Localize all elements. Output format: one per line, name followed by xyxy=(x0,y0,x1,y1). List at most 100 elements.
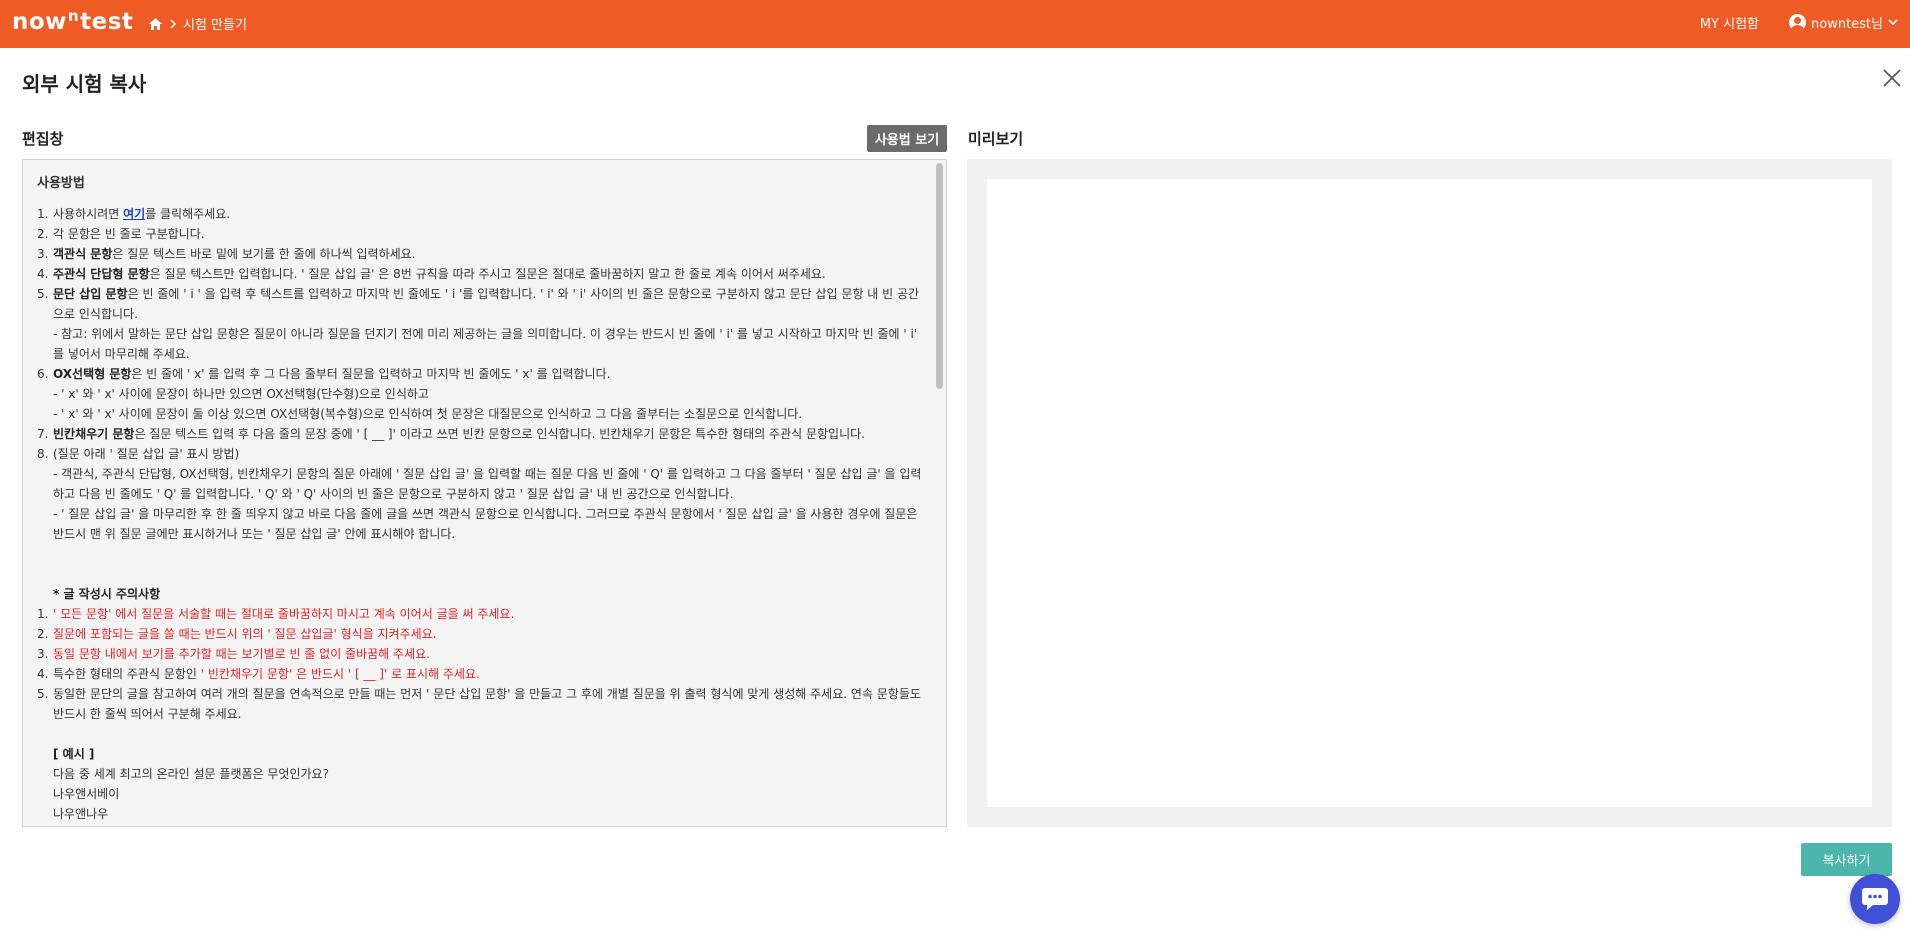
list-item-text: 문단 삽입 문항은 빈 줄에 ' i ' 을 입력 후 텍스트를 입력하고 마지… xyxy=(53,284,927,364)
list-item-fragment: 은 질문 텍스트만 입력합니다. ' 질문 삽입 글' 은 8번 규칙을 따라 … xyxy=(149,267,826,281)
list-item-number: 2. xyxy=(37,627,49,641)
list-item-subnote: - ' x' 와 ' x' 사이에 문장이 하나만 있으면 OX선택형(단수형)… xyxy=(53,387,429,401)
close-icon[interactable] xyxy=(1882,68,1904,90)
list-item-fragment: 은 질문 텍스트 바로 밑에 보기를 한 줄에 하나씩 입력하세요. xyxy=(112,247,416,261)
example-line: 나우앤나우 xyxy=(53,807,109,821)
example-lines: 다음 중 세계 최고의 온라인 설문 플랫폼은 무엇인가요? 나우앤서베이나우앤나… xyxy=(37,764,927,824)
list-item-fragment: 은 빈 줄에 ' x' 를 입력 후 그 다음 줄부터 질문을 입력하고 마지막… xyxy=(131,367,611,381)
list-item-fragment: 사용하시려면 xyxy=(53,207,124,221)
logo-text-pre: now xyxy=(12,9,67,35)
list-item-keyword: 주관식 단답형 문항 xyxy=(53,267,150,281)
list-item-fragment: 은 빈 줄에 ' i ' 을 입력 후 텍스트를 입력하고 마지막 빈 줄에도 … xyxy=(53,287,920,321)
list-item-fragment: 동일한 문단의 글을 참고하여 여러 개의 질문을 연속적으로 만들 때는 먼저… xyxy=(53,687,921,721)
editor-scroll-thumb[interactable] xyxy=(936,163,943,389)
list-item: 8. (질문 아래 ' 질문 삽입 글' 표시 방법) - 객관식, 주관식 단답형… xyxy=(37,444,927,544)
list-item-text: 동일한 문단의 글을 참고하여 여러 개의 질문을 연속적으로 만들 때는 먼저… xyxy=(53,684,927,724)
editor-label: 편집창 xyxy=(22,130,64,148)
header-right-menu: MY 시험함 nowntest님 xyxy=(1700,13,1898,32)
list-item-text: 객관식 문항은 질문 텍스트 바로 밑에 보기를 한 줄에 하나씩 입력하세요. xyxy=(53,244,927,264)
list-item-fragment: 질문에 포함되는 글을 쓸 때는 반드시 위의 ' 질문 삽입글' 형식을 지켜… xyxy=(53,627,437,641)
list-item-text: OX선택형 문항은 빈 줄에 ' x' 를 입력 후 그 다음 줄부터 질문을 … xyxy=(53,364,927,424)
list-item: 2. 각 문항은 빈 줄로 구분합니다. xyxy=(37,224,927,244)
preview-canvas xyxy=(987,179,1872,807)
chevron-down-icon xyxy=(1888,15,1898,30)
logo-text-post: test xyxy=(80,9,134,35)
list-item-fragment: ' 모든 문항' 에서 질문을 서술할 때는 절대로 줄바꿈하지 마시고 계속 … xyxy=(53,607,515,621)
list-item-number: 2. xyxy=(37,227,49,241)
list-item-text: ' 모든 문항' 에서 질문을 서술할 때는 절대로 줄바꿈하지 마시고 계속 … xyxy=(53,604,927,624)
here-link[interactable]: 여기 xyxy=(123,207,145,221)
list-item-number: 4. xyxy=(37,267,49,281)
editor-textarea[interactable]: 사용방법 1. 사용하시려면 여기를 클릭해주세요. 2. 각 문항은 빈 줄로 구분… xyxy=(22,159,947,827)
example-line: 다음 중 세계 최고의 온라인 설문 플랫폼은 무엇인가요? xyxy=(53,767,329,781)
list-item-text: 주관식 단답형 문항은 질문 텍스트만 입력합니다. ' 질문 삽입 글' 은 … xyxy=(53,264,927,284)
list-item-keyword: 빈칸채우기 문항 xyxy=(53,427,135,441)
list-item-fragment: ' 빈칸채우기 문항' 은 반드시 ' [ __ ]' 로 표시해 주세요. xyxy=(200,667,480,681)
preview-panel xyxy=(967,159,1892,827)
list-item-text: 질문에 포함되는 글을 쓸 때는 반드시 위의 ' 질문 삽입글' 형식을 지켜… xyxy=(53,624,927,644)
list-item-subnote: - ' x' 와 ' x' 사이에 문장이 둘 이상 있으면 OX선택형(복수형… xyxy=(53,407,803,421)
home-icon[interactable] xyxy=(148,17,163,31)
list-item-number: 5. xyxy=(37,287,49,301)
list-item: 3. 동일 문항 내에서 보기를 추가할 때는 보기별로 빈 줄 없이 줄바꿈해 … xyxy=(37,644,927,664)
breadcrumb-current[interactable]: 시험 만들기 xyxy=(183,14,247,33)
list-item-number: 5. xyxy=(37,687,49,701)
list-item-number: 3. xyxy=(37,247,49,261)
caution-heading: * 글 작성시 주의사항 xyxy=(53,587,161,601)
list-item-number: 3. xyxy=(37,647,49,661)
list-item-fragment: 를 클릭해주세요. xyxy=(145,207,231,221)
copy-button[interactable]: 복사하기 xyxy=(1801,843,1892,876)
list-item-text: 각 문항은 빈 줄로 구분합니다. xyxy=(53,224,927,244)
list-item-text: 특수한 형태의 주관식 문항인 ' 빈칸채우기 문항' 은 반드시 ' [ __… xyxy=(53,664,927,684)
list-item: 1. 사용하시려면 여기를 클릭해주세요. xyxy=(37,204,927,224)
user-avatar-icon xyxy=(1789,14,1806,31)
list-item-text: 동일 문항 내에서 보기를 추가할 때는 보기별로 빈 줄 없이 줄바꿈해 주세… xyxy=(53,644,927,664)
preview-label: 미리보기 xyxy=(968,130,1024,148)
list-item-number: 1. xyxy=(37,607,49,621)
list-item-fragment: 각 문항은 빈 줄로 구분합니다. xyxy=(53,227,205,241)
list-item-fragment: (질문 아래 ' 질문 삽입 글' 표시 방법) xyxy=(53,447,240,461)
usage-heading: 사용방법 xyxy=(37,176,85,191)
editor-scrollbar[interactable] xyxy=(935,161,945,826)
list-item-number: 1. xyxy=(37,207,49,221)
example-line: 나우앤서베이 xyxy=(53,787,120,801)
list-item-keyword: 객관식 문항 xyxy=(53,247,113,261)
list-item: 1. ' 모든 문항' 에서 질문을 서술할 때는 절대로 줄바꿈하지 마시고 계… xyxy=(37,604,927,624)
list-item: 6. OX선택형 문항은 빈 줄에 ' x' 를 입력 후 그 다음 줄부터 질문… xyxy=(37,364,927,424)
user-menu[interactable]: nowntest님 xyxy=(1789,13,1898,32)
list-item: 3. 객관식 문항은 질문 텍스트 바로 밑에 보기를 한 줄에 하나씩 입력하세… xyxy=(37,244,927,264)
my-test-link[interactable]: MY 시험함 xyxy=(1700,13,1759,32)
page-title: 외부 시험 복사 xyxy=(22,72,147,96)
list-item-keyword: 문단 삽입 문항 xyxy=(53,287,128,301)
chevron-right-icon xyxy=(169,18,177,29)
list-item: 7. 빈칸채우기 문항은 질문 텍스트 입력 후 다음 줄의 문장 중에 ' [ … xyxy=(37,424,927,444)
list-item-number: 7. xyxy=(37,427,49,441)
list-item-keyword: OX선택형 문항 xyxy=(53,367,132,381)
list-item-number: 4. xyxy=(37,667,49,681)
list-item-fragment: 특수한 형태의 주관식 문항인 xyxy=(53,667,201,681)
top-navigation-bar: nowntest 시험 만들기 MY 시험함 nowntest님 xyxy=(0,0,1910,48)
breadcrumb: 시험 만들기 xyxy=(148,14,247,33)
list-item-subnote: - 객관식, 주관식 단답형, OX선택형, 빈칸채우기 문항의 질문 아래에 … xyxy=(53,467,922,501)
list-item: 5. 문단 삽입 문항은 빈 줄에 ' i ' 을 입력 후 텍스트를 입력하고 … xyxy=(37,284,927,364)
list-item-number: 8. xyxy=(37,447,49,461)
list-item-subnote: - 참고: 위에서 말하는 문단 삽입 문항은 질문이 아니라 질문을 던지기 … xyxy=(53,327,918,361)
list-item-text: (질문 아래 ' 질문 삽입 글' 표시 방법) - 객관식, 주관식 단답형, … xyxy=(53,444,927,544)
list-item: 4. 주관식 단답형 문항은 질문 텍스트만 입력합니다. ' 질문 삽입 글' … xyxy=(37,264,927,284)
list-item-number: 6. xyxy=(37,367,49,381)
example-heading: [ 예시 ] xyxy=(53,747,95,761)
list-item: 4. 특수한 형태의 주관식 문항인 ' 빈칸채우기 문항' 은 반드시 ' [ … xyxy=(37,664,927,684)
nowntest-logo[interactable]: nowntest xyxy=(12,7,133,35)
list-item-text: 빈칸채우기 문항은 질문 텍스트 입력 후 다음 줄의 문장 중에 ' [ __… xyxy=(53,424,927,444)
list-item-fragment: 은 질문 텍스트 입력 후 다음 줄의 문장 중에 ' [ __ ]' 이라고 … xyxy=(134,427,865,441)
usage-guide-button[interactable]: 사용법 보기 xyxy=(867,125,947,152)
editor-content: 사용방법 1. 사용하시려면 여기를 클릭해주세요. 2. 각 문항은 빈 줄로 구분… xyxy=(37,174,927,824)
user-name: nowntest님 xyxy=(1811,17,1883,32)
usage-list: 1. 사용하시려면 여기를 클릭해주세요. 2. 각 문항은 빈 줄로 구분합니다. 3… xyxy=(37,204,927,544)
list-item-subnote: - ' 질문 삽입 글' 을 마무리한 후 한 줄 띄우지 않고 바로 다음 줄… xyxy=(53,507,918,541)
logo-text-sup: n xyxy=(67,7,80,25)
list-item: 2. 질문에 포함되는 글을 쓸 때는 반드시 위의 ' 질문 삽입글' 형식을 … xyxy=(37,624,927,644)
caution-list: 1. ' 모든 문항' 에서 질문을 서술할 때는 절대로 줄바꿈하지 마시고 계… xyxy=(37,604,927,724)
chat-button[interactable] xyxy=(1850,874,1900,924)
list-item: 5. 동일한 문단의 글을 참고하여 여러 개의 질문을 연속적으로 만들 때는 … xyxy=(37,684,927,724)
